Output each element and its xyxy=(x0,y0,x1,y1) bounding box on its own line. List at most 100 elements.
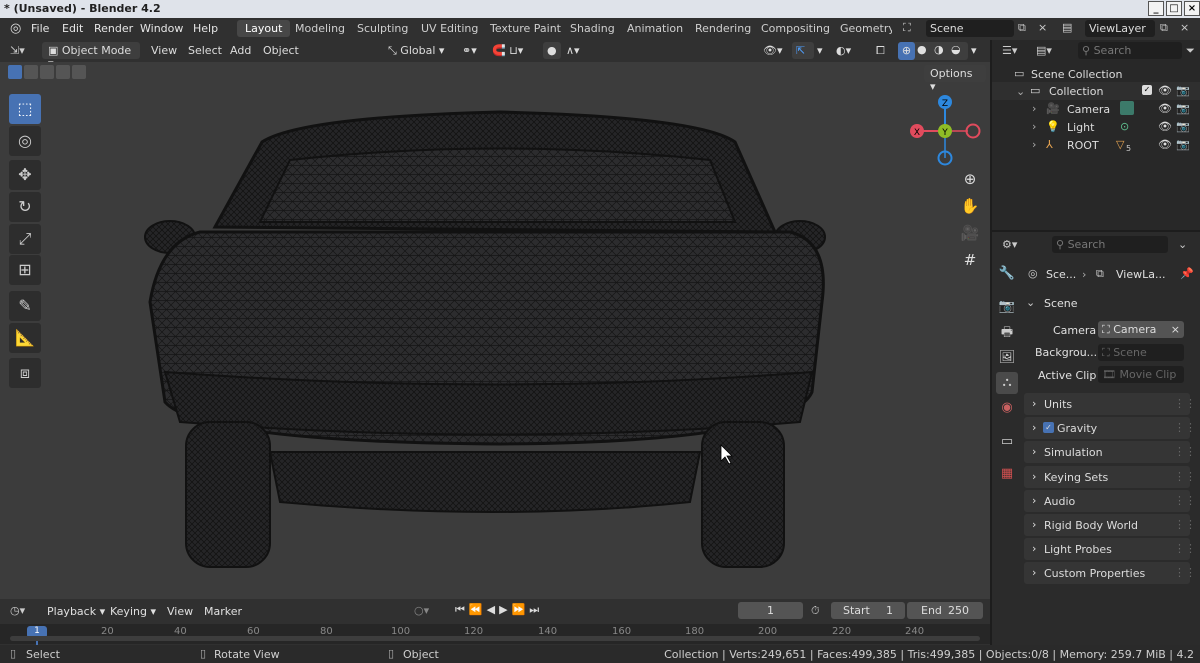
annotate-tool-icon[interactable]: ✎ xyxy=(9,291,41,321)
timeline-ruler[interactable]: 1 20 40 60 80 100 120 140 160 180 200 22… xyxy=(0,624,990,646)
tab-compositing[interactable]: Compositing xyxy=(761,22,830,35)
outliner-editor-type-icon[interactable]: ☰▾ xyxy=(1002,44,1017,57)
navigation-gizmo[interactable]: Z X Y xyxy=(906,92,986,172)
gravity-checkbox[interactable]: ✓ xyxy=(1043,422,1054,433)
start-frame-field[interactable]: Start 1 xyxy=(831,602,905,619)
output-tab-icon[interactable]: 🖶 xyxy=(996,322,1018,344)
timeline-scrollbar[interactable] xyxy=(10,636,980,641)
transform-orientation-dropdown[interactable]: ⤡ Global ▾ xyxy=(388,44,444,58)
expand-icon[interactable]: › xyxy=(1032,138,1036,151)
minimize-icon[interactable]: _ xyxy=(1148,1,1164,16)
outliner-row-light[interactable]: › 💡 Light ⊙ 👁 📷 xyxy=(992,118,1200,136)
timeline-menu-marker[interactable]: Marker xyxy=(204,605,242,618)
object-mode-dropdown[interactable]: ▣ Object Mode ▾ xyxy=(42,42,140,70)
section-rigid-body-world[interactable]: › Rigid Body World ⋮⋮ xyxy=(1024,514,1196,536)
scene-tab-icon[interactable]: ⛬ xyxy=(996,372,1018,394)
tab-texture-paint[interactable]: Texture Paint xyxy=(490,22,561,35)
outliner-row-camera[interactable]: › 🎥 Camera 👁 📷 xyxy=(992,100,1200,118)
light-render-icon[interactable]: 📷 xyxy=(1176,120,1190,133)
new-viewlayer-icon[interactable]: ⧉ xyxy=(1160,21,1168,35)
remove-viewlayer-icon[interactable]: × xyxy=(1180,21,1189,34)
auto-keying-icon[interactable]: ○▾ xyxy=(414,604,429,617)
menu-file[interactable]: File xyxy=(31,22,49,35)
tab-sculpting[interactable]: Sculpting xyxy=(357,22,408,35)
transform-tool-icon[interactable]: ⊞ xyxy=(9,255,41,285)
cursor-tool-icon[interactable]: ◎ xyxy=(9,126,41,156)
tab-geometry-nodes[interactable]: Geometry N xyxy=(840,22,892,35)
render-tab-icon[interactable]: 📷 xyxy=(996,296,1018,318)
texture-tab-icon[interactable]: ▦ xyxy=(996,463,1018,485)
3d-viewport[interactable]: Options ▾ ⬚ ◎ ✥ ↻ ⤢ ⊞ ✎ 📐 ⧈ Z X Y ⊕ ✋ 🎥 … xyxy=(0,62,990,599)
timeline-menu-view[interactable]: View xyxy=(167,605,193,618)
pivot-icon[interactable]: ⚭▾ xyxy=(462,44,477,57)
next-keyframe-icon[interactable]: ⏩ xyxy=(512,603,530,616)
move-tool-icon[interactable]: ✥ xyxy=(9,160,41,190)
root-visibility-icon[interactable]: 👁 xyxy=(1158,138,1172,151)
solid-shading-icon[interactable]: ● xyxy=(917,43,927,56)
measure-tool-icon[interactable]: 📐 xyxy=(9,323,41,353)
tool-tab-icon[interactable]: 🔧 xyxy=(996,263,1018,285)
jump-start-icon[interactable]: ⏮ xyxy=(455,603,469,616)
section-light-probes[interactable]: › Light Probes ⋮⋮ xyxy=(1024,538,1196,560)
blender-logo-icon[interactable]: ◎ xyxy=(10,21,21,36)
drag-handle-icon[interactable]: ⋮⋮ xyxy=(1174,470,1196,483)
breadcrumb-viewlayer[interactable]: ViewLa... xyxy=(1116,268,1165,281)
stopwatch-icon[interactable]: ⏱ xyxy=(811,604,820,618)
section-gravity[interactable]: › ✓ Gravity ⋮⋮ xyxy=(1024,417,1196,439)
camera-data-icon[interactable] xyxy=(1120,101,1134,115)
menu-edit[interactable]: Edit xyxy=(62,22,83,35)
outliner-row-scene-collection[interactable]: ▭ Scene Collection xyxy=(992,65,1200,83)
outliner-row-root[interactable]: › ⅄ ROOT ▽ 5 👁 📷 xyxy=(992,136,1200,154)
tab-shading[interactable]: Shading xyxy=(570,22,615,35)
tab-modeling[interactable]: Modeling xyxy=(295,22,345,35)
outliner-row-collection[interactable]: ⌄ ▭ Collection ✓ 👁 📷 xyxy=(992,82,1200,100)
camera-render-icon[interactable]: 📷 xyxy=(1176,102,1190,115)
drag-handle-icon[interactable]: ⋮⋮ xyxy=(1174,421,1196,434)
menu-render[interactable]: Render xyxy=(94,22,133,35)
timeline-menu-keying[interactable]: Keying ▾ xyxy=(110,605,156,618)
shading-dropdown-icon[interactable]: ▾ xyxy=(971,44,977,57)
drag-handle-icon[interactable]: ⋮⋮ xyxy=(1174,518,1196,531)
falloff-icon[interactable]: ∧▾ xyxy=(566,44,580,57)
end-frame-field[interactable]: End 250 xyxy=(907,602,983,619)
drag-handle-icon[interactable]: ⋮⋮ xyxy=(1174,445,1196,458)
active-clip-field[interactable]: 🎞 Movie Clip xyxy=(1098,366,1184,383)
viewlayer-field[interactable]: ViewLayer xyxy=(1085,20,1155,37)
background-scene-field[interactable]: ⛶ Scene xyxy=(1098,344,1184,361)
properties-search-input[interactable]: ⚲ Search xyxy=(1052,236,1168,253)
outliner-display-mode-icon[interactable]: ▤▾ xyxy=(1036,44,1052,57)
properties-options-icon[interactable]: ⌄ xyxy=(1178,238,1187,251)
collection-render-icon[interactable]: 📷 xyxy=(1176,84,1190,97)
pin-icon[interactable]: 📌 xyxy=(1180,267,1194,280)
material-shading-icon[interactable]: ◑ xyxy=(934,43,944,56)
scene-panel-chevron-icon[interactable]: ⌄ xyxy=(1026,296,1035,309)
section-keying-sets[interactable]: › Keying Sets ⋮⋮ xyxy=(1024,466,1196,488)
pan-hand-icon[interactable]: ✋ xyxy=(957,193,983,219)
drag-handle-icon[interactable]: ⋮⋮ xyxy=(1174,494,1196,507)
camera-view-icon[interactable]: 🎥 xyxy=(957,220,983,246)
world-tab-icon[interactable]: ◉ xyxy=(996,397,1018,419)
gizmo-toggle-icon[interactable]: ⇱ xyxy=(792,42,814,59)
menu-help[interactable]: Help xyxy=(193,22,218,35)
collection-visibility-icon[interactable]: 👁 xyxy=(1158,84,1172,97)
root-children-icon[interactable]: ▽ xyxy=(1116,138,1124,151)
scale-tool-icon[interactable]: ⤢ xyxy=(9,224,41,254)
remove-scene-icon[interactable]: × xyxy=(1038,21,1047,34)
close-icon[interactable]: × xyxy=(1184,1,1200,16)
section-custom-properties[interactable]: › Custom Properties ⋮⋮ xyxy=(1024,562,1196,584)
current-frame-field[interactable]: 1 xyxy=(738,602,803,619)
grid-ortho-icon[interactable]: # xyxy=(957,247,983,273)
camera-visibility-icon[interactable]: 👁 xyxy=(1158,102,1172,115)
rotate-tool-icon[interactable]: ↻ xyxy=(9,192,41,222)
breadcrumb-scene[interactable]: Sce... xyxy=(1046,268,1076,281)
gizmo-dropdown-icon[interactable]: ▾ xyxy=(817,44,823,57)
section-simulation[interactable]: › Simulation ⋮⋮ xyxy=(1024,441,1196,463)
add-cube-tool-icon[interactable]: ⧈ xyxy=(9,358,41,388)
tab-layout[interactable]: Layout xyxy=(237,20,291,37)
snap-icon[interactable]: 🧲 ⊔▾ xyxy=(492,44,523,57)
timeline-menu-playback[interactable]: Playback ▾ xyxy=(47,605,105,618)
root-render-icon[interactable]: 📷 xyxy=(1176,138,1190,151)
editor-type-icon[interactable]: ⇲▾ xyxy=(10,44,25,57)
clear-camera-icon[interactable]: × xyxy=(1171,323,1180,336)
menu-window[interactable]: Window xyxy=(140,22,183,35)
